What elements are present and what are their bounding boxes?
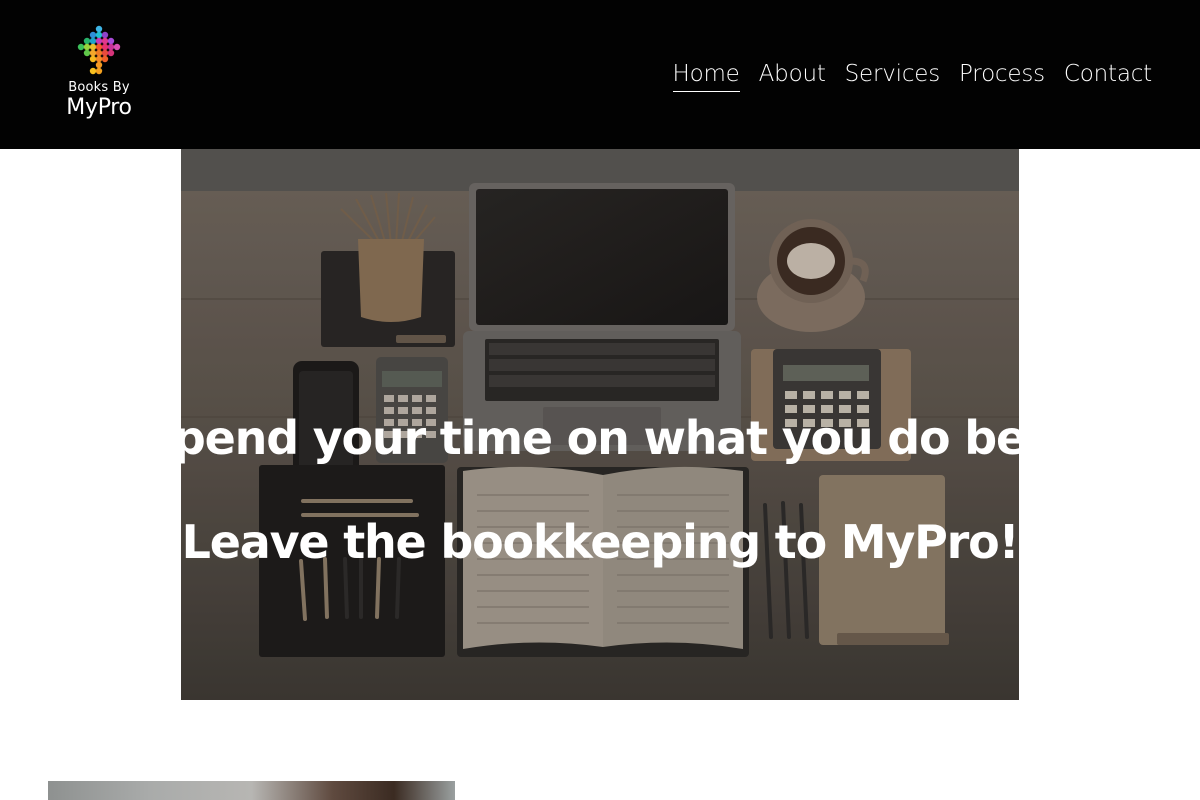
nav-services[interactable]: Services [845,58,941,92]
brand-line2: MyPro [66,95,132,120]
hero-headline: Spend your time on what you do best [181,411,1019,465]
main-nav: Home About Services Process Contact [654,58,1152,94]
hero-subheadline: Leave the bookkeeping to MyPro! [181,515,1019,569]
nav-home[interactable]: Home [672,58,740,92]
about-photo [48,781,455,800]
brand-logo[interactable]: Books By MyPro [60,22,140,126]
logo-mark-icon [77,25,121,75]
nav-process[interactable]: Process [959,58,1045,92]
brand-line1: Books By [68,80,130,95]
nav-contact[interactable]: Contact [1064,58,1152,92]
nav-about[interactable]: About [759,58,826,92]
hero-banner: Spend your time on what you do best Leav… [181,149,1019,700]
site-header: Books By MyPro Home About Services Proce… [0,0,1200,149]
